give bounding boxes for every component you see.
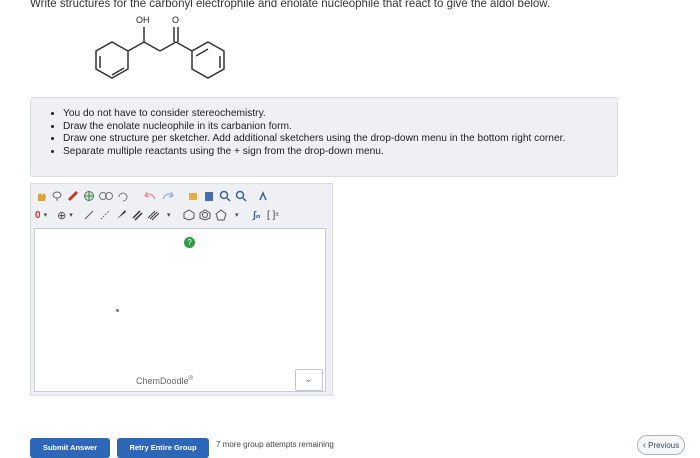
previous-label: Previous	[648, 440, 680, 450]
oh-label: OH	[136, 15, 150, 25]
formula-tool-icon[interactable]: ∫ₙ	[251, 208, 263, 222]
zoom-in-icon[interactable]	[219, 189, 231, 203]
cyclopentane-icon[interactable]	[215, 208, 227, 222]
chevron-down-icon: ▾	[43, 212, 48, 219]
instruction-item: Separate multiple reactants using the + …	[63, 146, 617, 159]
bond-carbonyl-ring	[175, 41, 193, 52]
o-label: O	[172, 15, 180, 25]
help-icon[interactable]: ?	[184, 237, 195, 248]
cyclohexane-icon[interactable]	[183, 208, 195, 222]
bond-ch2-carbonyl	[159, 41, 177, 52]
sketcher-canvas[interactable]: ? ChemDoodle®	[34, 228, 326, 392]
single-bond-icon[interactable]	[83, 208, 95, 222]
instructions-panel: You do not have to consider stereochemis…	[30, 97, 618, 177]
retry-entire-group-button[interactable]: Retry Entire Group	[117, 438, 209, 458]
plus-reaction-selector[interactable]: ⊕ ▾	[57, 208, 73, 222]
brand-label: ChemDoodle	[136, 376, 189, 386]
sketcher-toolbar-top	[35, 187, 269, 205]
aldol-product-structure: OH O	[90, 14, 250, 84]
wedge-bond-icon[interactable]	[115, 208, 127, 222]
charge-value: 0	[35, 209, 41, 221]
redo-icon[interactable]	[161, 189, 175, 203]
bond-type-dropdown-icon[interactable]: ▾	[163, 208, 175, 222]
clean-tool-icon[interactable]	[187, 189, 199, 203]
right-benzene-ring	[191, 41, 225, 79]
attempts-remaining-text: 7 more group attempts remaining	[216, 440, 334, 449]
formula-tool-label: ∫ₙ	[253, 209, 261, 221]
plus-icon: ⊕	[57, 209, 67, 222]
center-tool-icon[interactable]	[83, 189, 95, 203]
save-file-icon[interactable]	[203, 189, 215, 203]
submit-answer-button[interactable]: Submit Answer	[30, 438, 110, 458]
sketcher-toolbar-bottom: 0 ▾ ⊕ ▾ ▾ ▾ ∫ₙ [ ] ±	[35, 206, 279, 224]
chemdoodle-sketcher: 0 ▾ ⊕ ▾ ▾ ▾ ∫ₙ [ ] ± ? ChemDoodle®	[30, 183, 333, 396]
rotate-tool-icon[interactable]	[117, 189, 129, 203]
chevron-down-icon: ›	[303, 378, 315, 382]
dashed-bond-icon[interactable]	[99, 208, 111, 222]
instruction-item: You do not have to consider stereochemis…	[63, 108, 617, 121]
triple-bond-icon[interactable]	[147, 208, 159, 222]
atom-labels-icon[interactable]	[257, 189, 269, 203]
instruction-item: Draw the enolate nucleophile in its carb…	[63, 121, 617, 134]
question-text: Write structures for the carbonyl electr…	[30, 0, 551, 10]
bond-ring-carbinol	[127, 41, 145, 52]
undo-icon[interactable]	[143, 189, 157, 203]
lasso-tool-icon[interactable]	[51, 189, 63, 203]
previous-button[interactable]: ‹ Previous	[637, 435, 685, 455]
left-benzene-ring	[95, 41, 129, 79]
bracket-tool-mark: ±	[275, 212, 279, 218]
zoom-out-icon[interactable]	[235, 189, 247, 203]
benzene-icon[interactable]	[199, 208, 211, 222]
eraser-tool-icon[interactable]	[67, 189, 79, 203]
bond-carbinol-ch2	[143, 41, 161, 52]
add-sketcher-dropdown[interactable]: ›	[295, 369, 323, 391]
template-tool-icon[interactable]	[99, 189, 113, 203]
double-bond-icon[interactable]	[131, 208, 143, 222]
right-ring-double-bond-2	[195, 48, 209, 57]
chemdoodle-brand: ChemDoodle®	[136, 376, 193, 386]
instruction-item: Draw one structure per sketcher. Add add…	[63, 133, 617, 146]
chevron-down-icon: ▾	[69, 212, 73, 219]
canvas-cursor-dot	[116, 309, 119, 312]
bracket-tool-icon[interactable]: [ ] ±	[267, 208, 279, 222]
charge-selector[interactable]: 0 ▾	[35, 208, 47, 222]
ring-dropdown-icon[interactable]: ▾	[231, 208, 243, 222]
brand-mark: ®	[188, 376, 193, 382]
bracket-tool-label: [ ]	[266, 209, 276, 221]
hand-tool-icon[interactable]	[35, 189, 47, 203]
